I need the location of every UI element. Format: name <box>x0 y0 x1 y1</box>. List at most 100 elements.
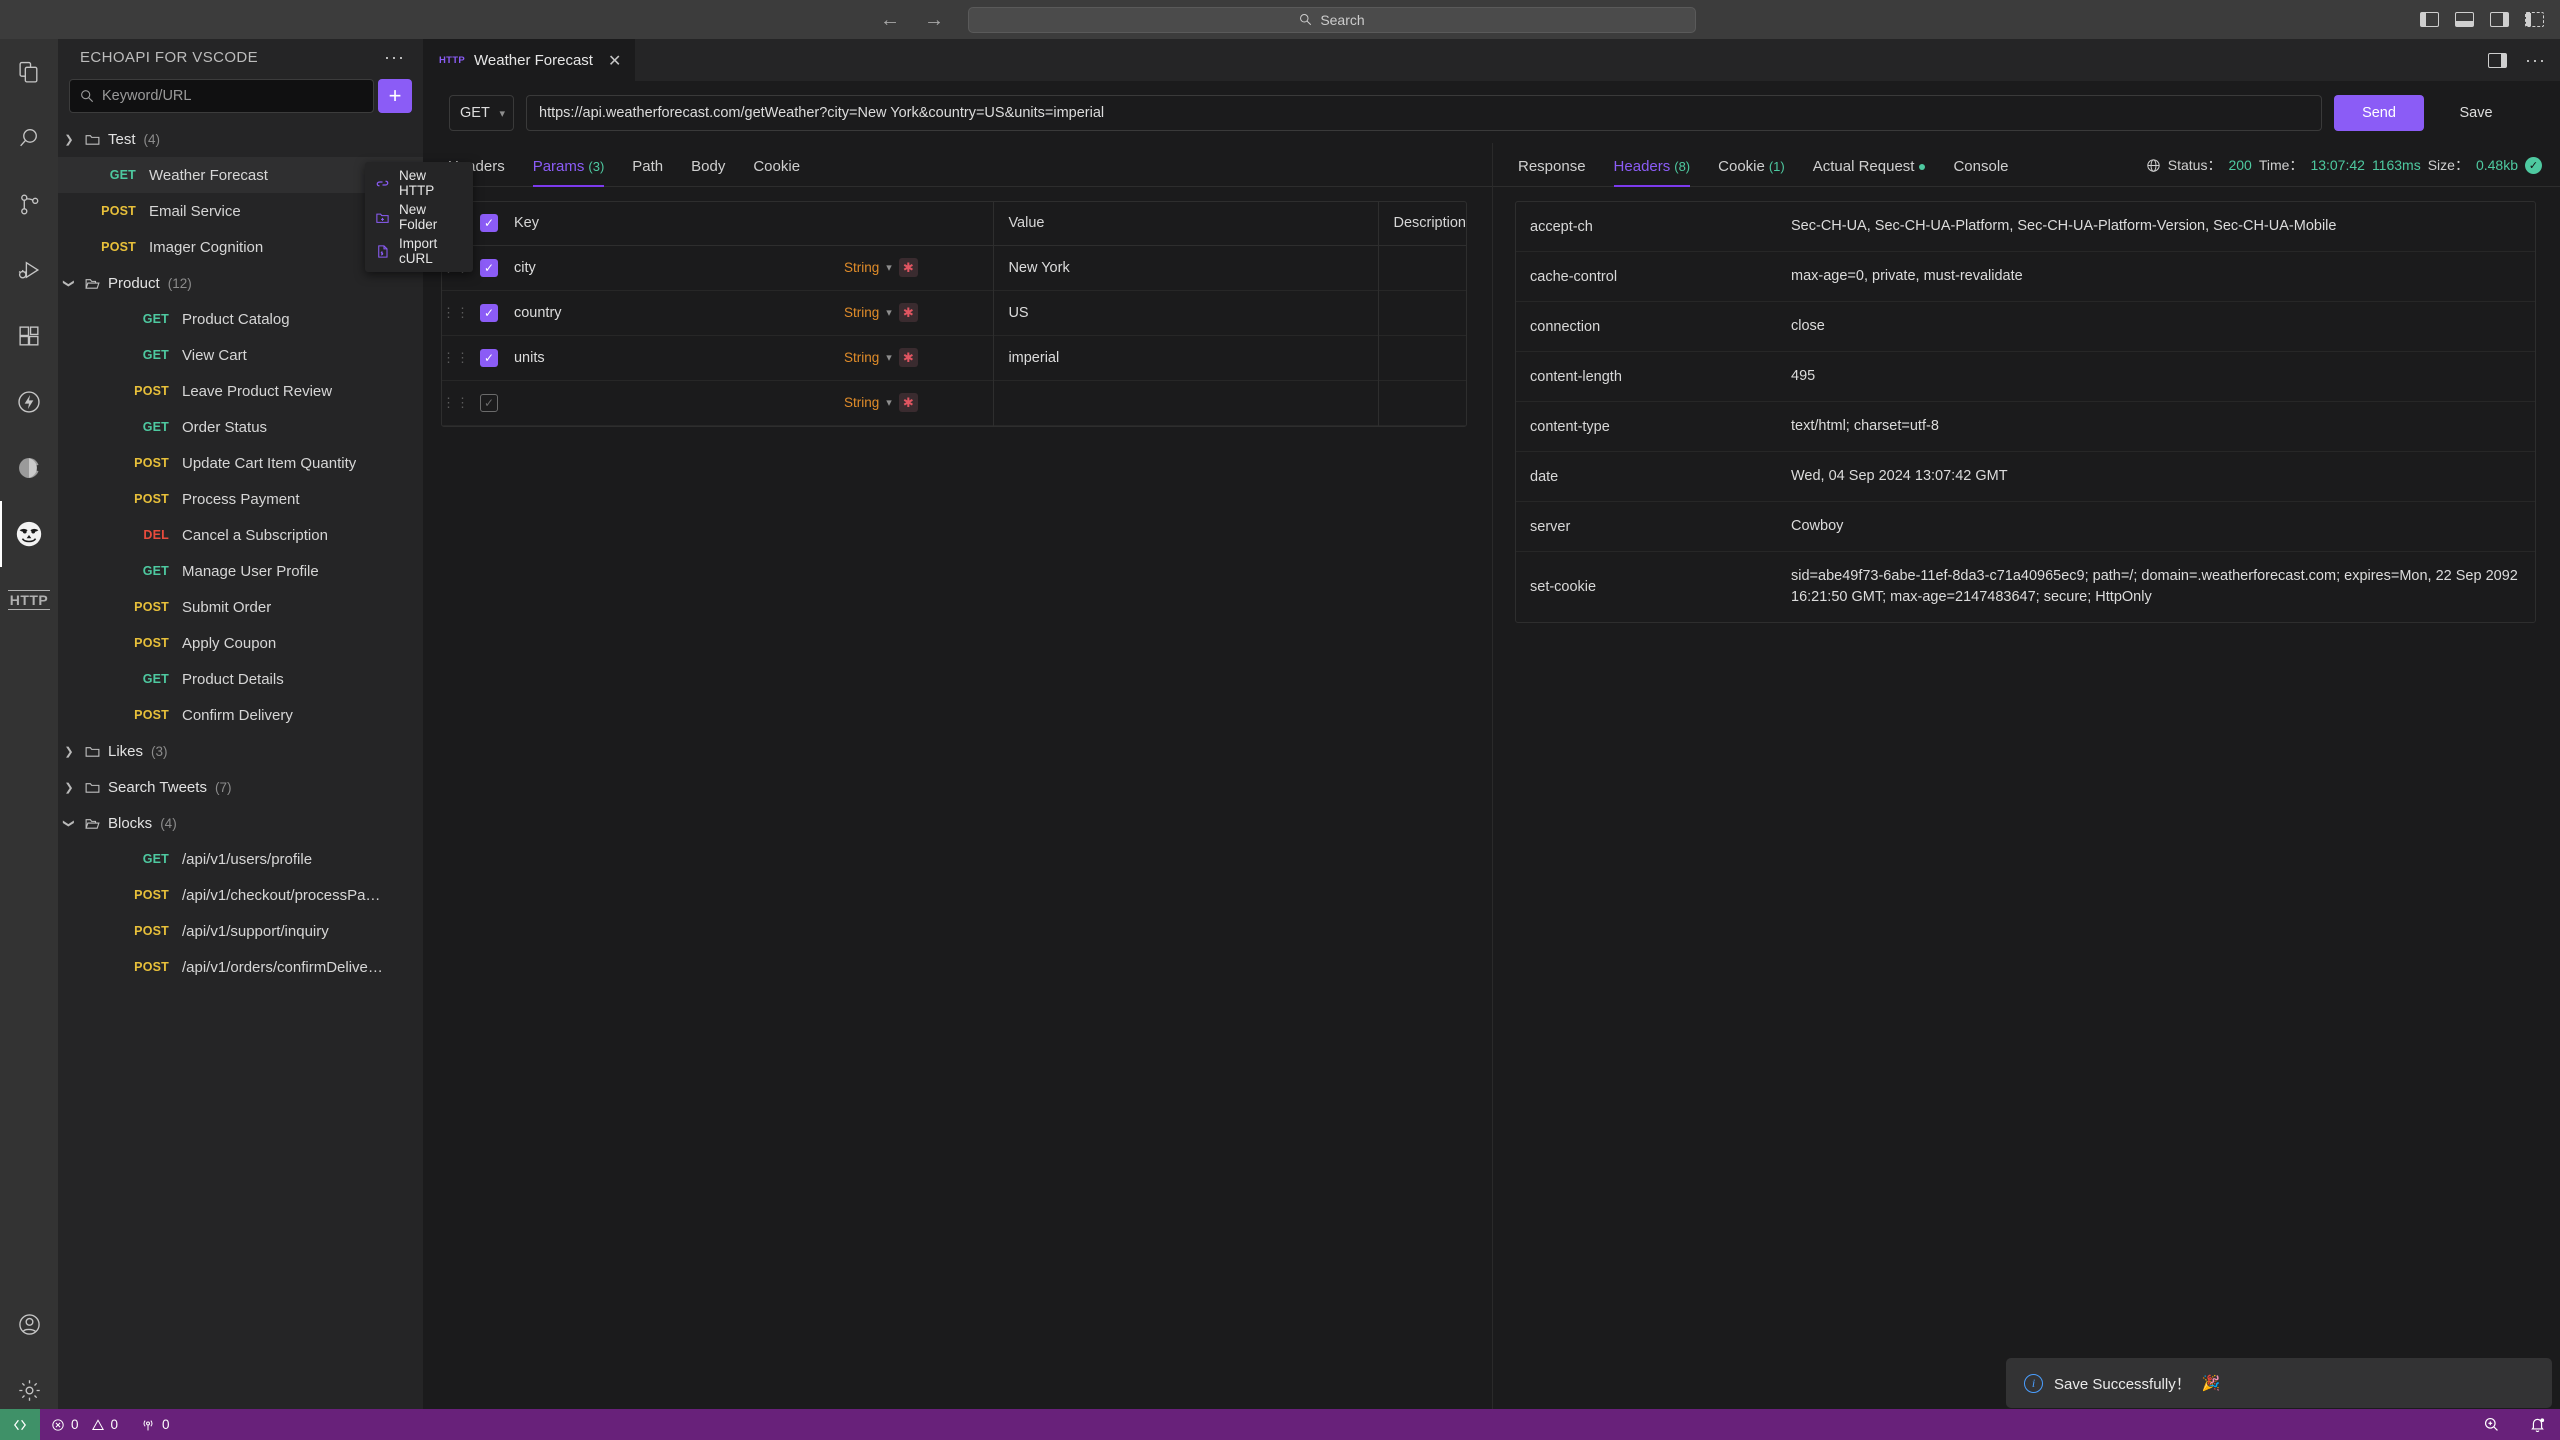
params-description-cell[interactable] <box>1378 380 1466 425</box>
menu-item-new-http[interactable]: New HTTP <box>365 166 473 200</box>
tree-request-leave-product-review[interactable]: POST Leave Product Review <box>58 373 423 409</box>
tree-request-apply-coupon[interactable]: POST Apply Coupon <box>58 625 423 661</box>
response-tab-console[interactable]: Console <box>1953 158 2008 186</box>
source-control-branch-icon[interactable] <box>0 171 58 237</box>
request-tab-params[interactable]: Params (3) <box>532 158 604 187</box>
params-row-drag-handle[interactable]: ⋮⋮ <box>442 335 480 380</box>
params-row-checkbox[interactable]: ✓ <box>479 348 498 367</box>
tree-request-submit-order[interactable]: POST Submit Order <box>58 589 423 625</box>
lightning-bolt-circle-icon[interactable] <box>0 369 58 435</box>
tree-folder-likes[interactable]: ❯ Likes (3) <box>58 733 423 769</box>
tree-request-api-v1-orders-confirmdelive[interactable]: POST/api/v1/orders/confirmDelive… <box>58 949 423 985</box>
run-and-debug-icon[interactable] <box>0 237 58 303</box>
params-description-cell[interactable] <box>1378 335 1466 380</box>
params-key-cell[interactable]: country <box>514 290 844 335</box>
tree-folder-search-tweets[interactable]: ❯ Search Tweets (7) <box>58 769 423 805</box>
split-editor-icon[interactable] <box>2488 52 2508 68</box>
tree-folder-test[interactable]: ❯ Test (4) <box>58 121 423 157</box>
params-type-cell[interactable]: String ▾ ✱ <box>844 380 994 425</box>
tree-request-manage-user-profile[interactable]: GET Manage User Profile <box>58 553 423 589</box>
toggle-primary-sidebar-icon[interactable] <box>2420 12 2439 27</box>
params-description-cell[interactable] <box>1378 245 1466 290</box>
tree-request-api-v1-users-profile[interactable]: GET/api/v1/users/profile <box>58 841 423 877</box>
global-search-input[interactable]: Search <box>968 6 1696 33</box>
chevron-right-icon[interactable]: ❯ <box>58 133 80 146</box>
params-description-cell[interactable] <box>1378 290 1466 335</box>
required-star-icon[interactable]: ✱ <box>898 348 918 367</box>
chevron-down-icon[interactable]: ❯ <box>63 272 76 294</box>
toggle-panel-icon[interactable] <box>2455 12 2474 27</box>
search-icon[interactable] <box>0 105 58 171</box>
params-row-drag-handle[interactable]: ⋮⋮ <box>442 380 480 425</box>
params-value-cell[interactable]: US <box>993 290 1379 335</box>
response-tab-cookie[interactable]: Cookie (1) <box>1718 158 1785 186</box>
params-key-cell[interactable] <box>514 380 844 425</box>
editor-tab-weather-forecast[interactable]: HTTP Weather Forecast ✕ <box>423 39 636 81</box>
remote-window-icon[interactable] <box>0 1409 40 1440</box>
bell-dot-icon[interactable] <box>2514 1409 2560 1440</box>
echoapi-owl-icon[interactable] <box>0 501 58 567</box>
tree-request-product-catalog[interactable]: GET Product Catalog <box>58 301 423 337</box>
sidebar-more-icon[interactable]: ··· <box>384 48 405 66</box>
add-button[interactable]: + <box>378 79 412 113</box>
sidebar-search-input[interactable]: Keyword/URL <box>69 79 374 113</box>
params-row-drag-handle[interactable]: ⋮⋮ <box>442 290 480 335</box>
chevron-down-icon[interactable]: ▾ <box>886 306 892 319</box>
tree-request-update-cart-item-quantity[interactable]: POST Update Cart Item Quantity <box>58 445 423 481</box>
required-star-icon[interactable]: ✱ <box>898 258 918 277</box>
params-type-cell[interactable]: String ▾ ✱ <box>844 245 994 290</box>
tree-folder-blocks[interactable]: ❯ Blocks (4) <box>58 805 423 841</box>
ports-status[interactable]: 0 <box>129 1409 181 1440</box>
chevron-down-icon[interactable]: ▾ <box>886 396 892 409</box>
method-select[interactable]: GET ▾ <box>449 95 514 131</box>
close-icon[interactable]: ✕ <box>608 51 621 71</box>
params-type-cell[interactable]: String ▾ ✱ <box>844 335 994 380</box>
params-value-cell[interactable] <box>993 380 1379 425</box>
chevron-right-icon[interactable]: ❯ <box>58 745 80 758</box>
request-tab-path[interactable]: Path <box>632 158 663 186</box>
response-tab-response[interactable]: Response <box>1518 158 1586 186</box>
tree-request-process-payment[interactable]: POST Process Payment <box>58 481 423 517</box>
account-icon[interactable] <box>0 1291 58 1357</box>
send-button[interactable]: Send <box>2334 95 2424 131</box>
arrow-left-icon[interactable]: ← <box>880 10 900 30</box>
params-value-cell[interactable]: imperial <box>993 335 1379 380</box>
chevron-right-icon[interactable]: ❯ <box>58 781 80 794</box>
tree-request-product-details[interactable]: GET Product Details <box>58 661 423 697</box>
tree-request-api-v1-support-inquiry[interactable]: POST/api/v1/support/inquiry <box>58 913 423 949</box>
tree-request-view-cart[interactable]: GET View Cart <box>58 337 423 373</box>
chevron-down-icon[interactable]: ▾ <box>886 261 892 274</box>
response-tab-actual-request[interactable]: Actual Request <box>1813 158 1926 186</box>
request-tab-body[interactable]: Body <box>691 158 725 186</box>
params-row[interactable]: ⋮⋮ ✓ units String ▾ ✱ imperial <box>442 335 1466 380</box>
params-key-cell[interactable]: units <box>514 335 844 380</box>
required-star-icon[interactable]: ✱ <box>898 393 918 412</box>
params-value-cell[interactable]: New York <box>993 245 1379 290</box>
zoom-in-icon[interactable] <box>2468 1409 2514 1440</box>
save-button[interactable]: Save <box>2436 95 2516 131</box>
required-star-icon[interactable]: ✱ <box>898 303 918 322</box>
problems-status[interactable]: 0 0 <box>40 1409 129 1440</box>
chevron-down-icon[interactable]: ❯ <box>63 812 76 834</box>
customize-layout-icon[interactable] <box>2525 12 2544 27</box>
tree-request-api-v1-checkout-processpa[interactable]: POST/api/v1/checkout/processPa… <box>58 877 423 913</box>
params-row-checkbox[interactable]: ✓ <box>479 393 498 412</box>
http-text-icon[interactable]: HTTP <box>0 567 58 633</box>
params-row[interactable]: ⋮⋮✓cityString▾✱New York <box>442 245 1466 290</box>
explorer-files-icon[interactable] <box>0 39 58 105</box>
menu-item-new-folder[interactable]: New Folder <box>365 200 473 234</box>
params-type-cell[interactable]: String ▾ ✱ <box>844 290 994 335</box>
params-row-checkbox[interactable]: ✓ <box>479 258 498 277</box>
tree-request-order-status[interactable]: GET Order Status <box>58 409 423 445</box>
params-row[interactable]: ⋮⋮ ✓ String ▾ ✱ <box>442 380 1466 425</box>
menu-item-import-curl[interactable]: Import cURL <box>365 234 473 268</box>
url-input[interactable]: https://api.weatherforecast.com/getWeath… <box>526 95 2322 131</box>
params-row[interactable]: ⋮⋮ ✓ country String ▾ ✱ US <box>442 290 1466 335</box>
select-all-checkbox[interactable]: ✓ <box>479 214 498 233</box>
tree-request-cancel-a-subscription[interactable]: DEL Cancel a Subscription <box>58 517 423 553</box>
chevron-down-icon[interactable]: ▾ <box>886 351 892 364</box>
response-tab-headers[interactable]: Headers (8) <box>1613 158 1690 187</box>
params-key-cell[interactable]: city <box>514 245 844 290</box>
toggle-secondary-sidebar-icon[interactable] <box>2490 12 2509 27</box>
tree-request-confirm-delivery[interactable]: POST Confirm Delivery <box>58 697 423 733</box>
